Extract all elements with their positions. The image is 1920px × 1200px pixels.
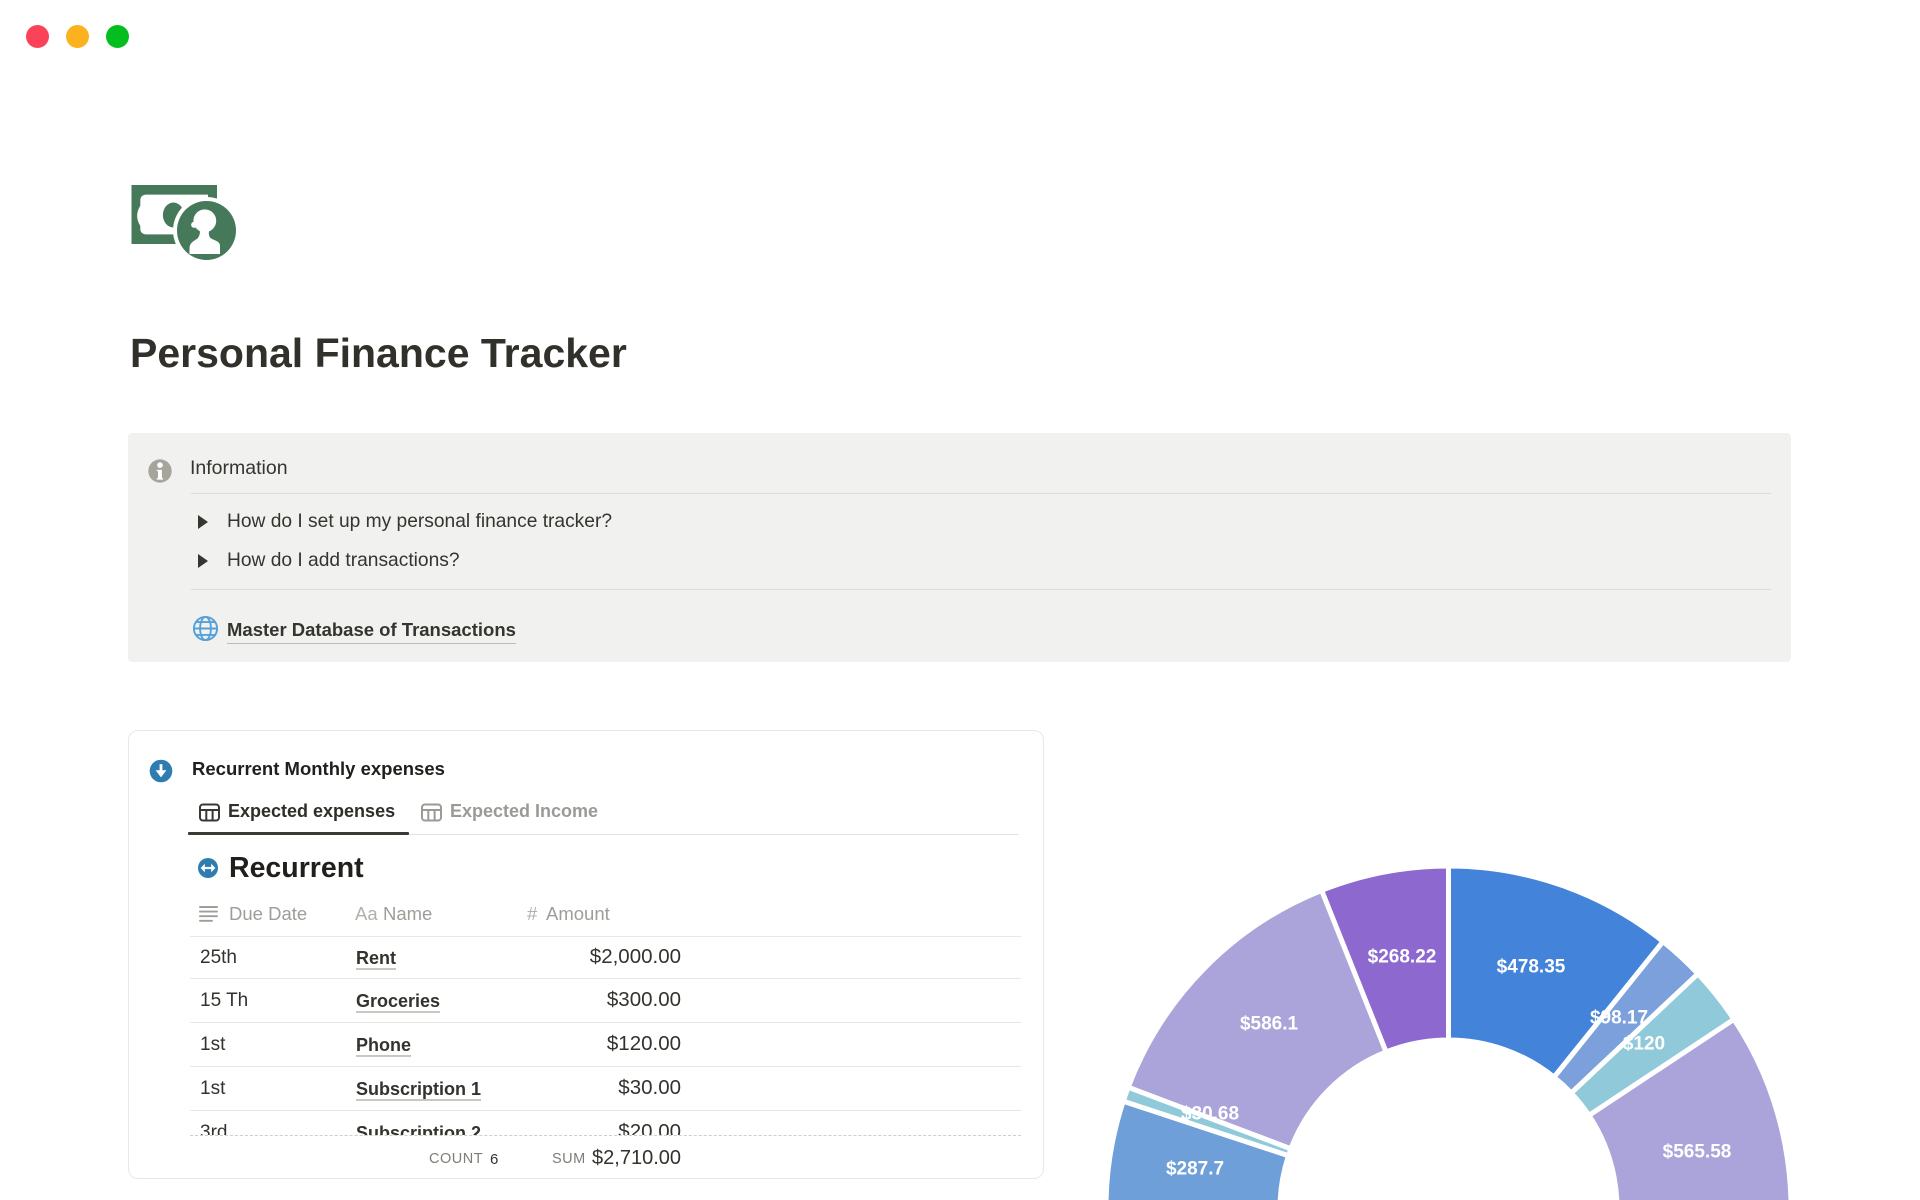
svg-text:$268.22: $268.22 (1368, 947, 1437, 968)
svg-text:$478.35: $478.35 (1497, 957, 1566, 978)
svg-text:$287.7: $287.7 (1166, 1159, 1224, 1180)
svg-text:$30.68: $30.68 (1181, 1104, 1239, 1125)
svg-text:$586.1: $586.1 (1240, 1014, 1299, 1035)
svg-text:$565.58: $565.58 (1663, 1142, 1732, 1163)
svg-text:$120: $120 (1623, 1034, 1665, 1055)
svg-text:$98.17: $98.17 (1590, 1008, 1648, 1029)
